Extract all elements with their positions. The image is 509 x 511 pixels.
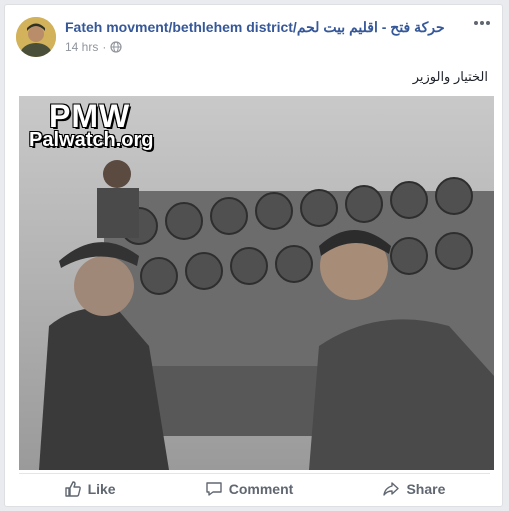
post-meta: 14 hrs · bbox=[65, 40, 122, 54]
page-name-link[interactable]: Fateh movment/bethlehem district/حركة فت… bbox=[65, 19, 445, 36]
comment-button[interactable]: Comment bbox=[195, 476, 304, 502]
share-icon bbox=[383, 482, 400, 496]
watermark-url: Palwatch.org bbox=[29, 129, 154, 151]
watermark-logo: PMW bbox=[49, 98, 131, 134]
more-options-icon bbox=[474, 21, 490, 25]
like-button[interactable]: Like bbox=[54, 476, 126, 502]
photo-illustration bbox=[19, 96, 494, 470]
share-label: Share bbox=[406, 481, 446, 497]
comment-label: Comment bbox=[228, 481, 294, 497]
post-options-button[interactable] bbox=[472, 15, 492, 31]
post-timestamp[interactable]: 14 hrs bbox=[65, 40, 98, 54]
meta-separator: · bbox=[102, 40, 107, 54]
share-button[interactable]: Share bbox=[372, 476, 455, 502]
post-card: Fateh movment/bethlehem district/حركة فت… bbox=[4, 4, 503, 507]
avatar-image bbox=[16, 17, 56, 57]
post-caption: الختيار والوزير bbox=[412, 69, 488, 84]
globe-icon bbox=[110, 41, 122, 53]
post-actions-bar: Like Comment Share bbox=[19, 473, 490, 504]
thumbs-up-icon bbox=[64, 481, 81, 497]
page-avatar[interactable] bbox=[16, 17, 56, 57]
comment-icon bbox=[206, 482, 222, 496]
like-label: Like bbox=[87, 481, 116, 497]
post-photo[interactable]: PMW Palwatch.org bbox=[19, 96, 494, 470]
